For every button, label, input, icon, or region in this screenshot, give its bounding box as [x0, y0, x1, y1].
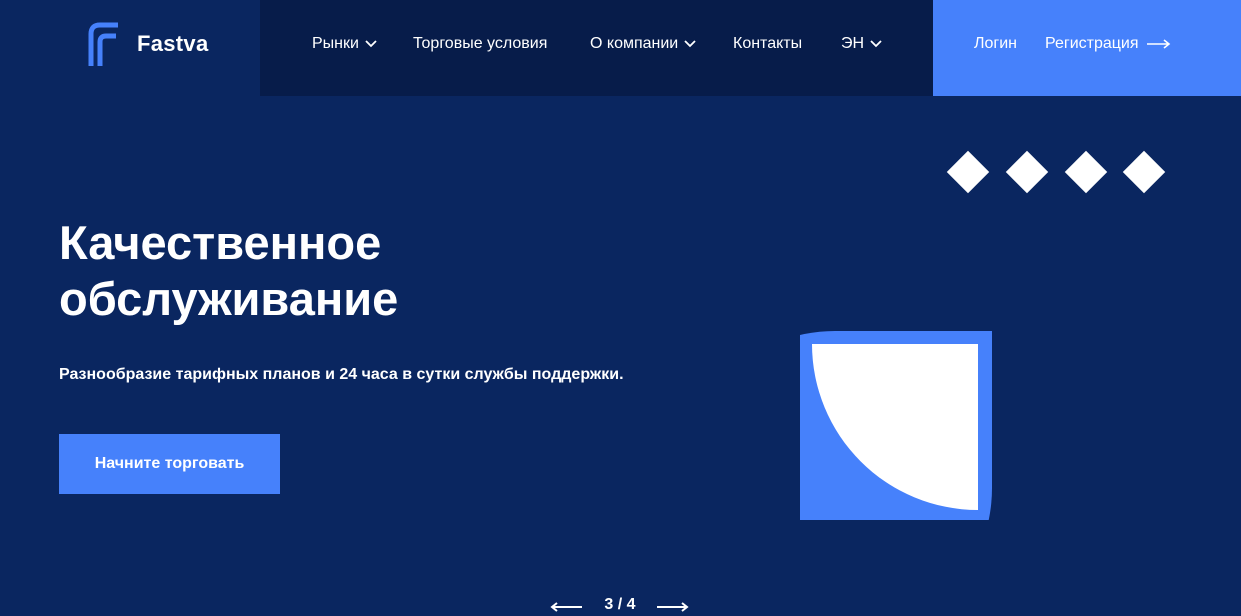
- nav-item-language[interactable]: ЭН: [841, 35, 882, 53]
- diamond-shape: [1064, 150, 1108, 194]
- brand[interactable]: Fastva: [0, 0, 260, 96]
- arrow-right-icon[interactable]: [657, 602, 689, 612]
- chevron-down-icon: [870, 40, 882, 48]
- nav-item-label: О компании: [590, 35, 679, 52]
- slider-pager: 3 / 4: [548, 596, 692, 616]
- hero-subtitle: Разнообразие тарифных планов и 24 часа в…: [59, 366, 624, 383]
- hero-title-line-1: Качественное: [59, 216, 382, 269]
- site-header: Fastva Рынки Торговые условия О компании…: [0, 0, 1241, 96]
- diamond-shape: [1005, 150, 1049, 194]
- diamond-shape: [1122, 150, 1166, 194]
- nav-item-label: ЭН: [841, 35, 865, 52]
- register-link[interactable]: Регистрация: [1045, 35, 1171, 53]
- chevron-down-icon: [365, 40, 377, 48]
- auth-panel: Логин Регистрация: [933, 0, 1241, 96]
- hero-title: Качественное обслуживание: [59, 215, 398, 327]
- brand-name: Fastva: [137, 31, 209, 56]
- arrow-right-icon: [1146, 39, 1170, 49]
- fastva-logo-icon: [88, 22, 118, 66]
- nav-item-about[interactable]: О компании: [590, 35, 696, 53]
- slide-counter: 3 / 4: [604, 596, 636, 613]
- nav-item-label: Рынки: [312, 35, 359, 52]
- arrow-left-icon[interactable]: [550, 602, 582, 612]
- login-link[interactable]: Логин: [974, 35, 1017, 53]
- hero-illustration: [800, 150, 1166, 520]
- hero-title-line-2: обслуживание: [59, 272, 399, 325]
- chevron-down-icon: [684, 40, 696, 48]
- nav-item-label: Торговые условия: [413, 35, 548, 52]
- nav-item-trading-conditions[interactable]: Торговые условия: [413, 35, 547, 53]
- start-trading-button[interactable]: Начните торговать: [59, 434, 280, 494]
- main-nav: Рынки Торговые условия О компании Контак…: [260, 0, 933, 96]
- nav-item-markets[interactable]: Рынки: [312, 35, 377, 53]
- diamond-shape: [946, 150, 990, 194]
- register-label: Регистрация: [1045, 35, 1139, 52]
- nav-item-contacts[interactable]: Контакты: [733, 35, 802, 53]
- nav-item-label: Контакты: [733, 35, 803, 52]
